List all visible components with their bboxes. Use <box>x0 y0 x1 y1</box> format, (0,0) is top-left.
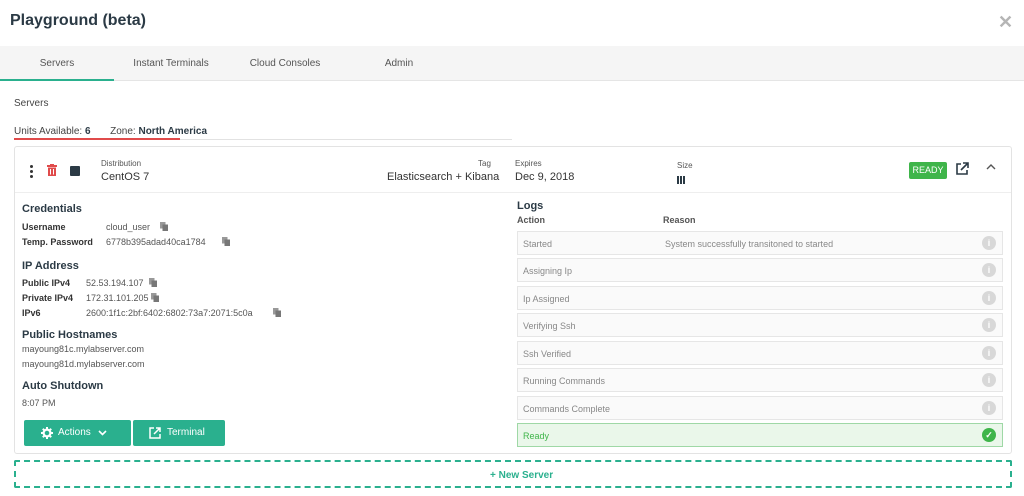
server-card-header[interactable]: Distribution CentOS 7 Tag Elasticsearch … <box>15 147 1011 193</box>
log-row: Assigning Ip i <box>517 258 1003 282</box>
ipv6-value: 2600:1f1c:2bf:6402:6802:73a7:2071:5c0a <box>86 308 253 318</box>
zone-value: North America <box>138 126 208 137</box>
external-link-icon <box>149 427 161 439</box>
log-action: Ready <box>523 431 550 441</box>
private-ipv4-value: 172.31.101.205 <box>86 293 149 303</box>
distribution-value: CentOS 7 <box>101 171 150 183</box>
info-icon[interactable]: i <box>982 373 996 387</box>
close-icon[interactable]: ✕ <box>998 13 1014 31</box>
chevron-up-icon[interactable] <box>985 161 997 173</box>
log-row: Ip Assigned i <box>517 286 1003 310</box>
logs-col-reason: Reason <box>663 215 696 225</box>
log-action: Commands Complete <box>523 404 611 414</box>
username-label: Username <box>22 222 66 232</box>
log-action: Started <box>523 239 553 249</box>
logs-col-action: Action <box>517 215 545 225</box>
tab-servers[interactable]: Servers <box>0 46 114 81</box>
info-icon[interactable]: i <box>982 401 996 415</box>
distribution-label: Distribution <box>101 159 142 168</box>
tab-admin[interactable]: Admin <box>342 46 456 81</box>
ipv6-label: IPv6 <box>22 308 41 318</box>
public-ipv4-value: 52.53.194.107 <box>86 278 144 288</box>
log-action: Ip Assigned <box>523 294 570 304</box>
terminal-button[interactable]: Terminal <box>133 420 225 446</box>
tab-cloud-consoles[interactable]: Cloud Consoles <box>228 46 342 81</box>
status-badge: READY <box>909 162 947 179</box>
stop-icon[interactable] <box>70 166 80 176</box>
log-row: Ssh Verified i <box>517 341 1003 365</box>
logs-heading: Logs <box>517 200 544 212</box>
chevron-down-icon <box>98 430 107 436</box>
tag-label: Tag <box>478 159 491 168</box>
units-label: Units Available: <box>14 126 83 137</box>
divider <box>180 139 512 140</box>
password-label: Temp. Password <box>22 237 93 247</box>
size-label: Size <box>677 161 693 170</box>
copy-icon[interactable] <box>222 237 230 246</box>
units-underline <box>14 138 180 140</box>
public-ipv4-label: Public IPv4 <box>22 278 71 288</box>
credentials-heading: Credentials <box>22 203 82 215</box>
log-row: Verifying Ssh i <box>517 313 1003 337</box>
new-server-label: + New Server <box>490 470 554 481</box>
section-label: Servers <box>14 98 49 109</box>
hostname-item: mayoung81c.mylabserver.com <box>22 344 145 354</box>
check-circle-icon: ✓ <box>982 428 996 442</box>
modal-header: Playground (beta) ✕ <box>0 0 1024 46</box>
units-value: 6 <box>84 126 91 137</box>
auto-shutdown-time: 8:07 PM <box>22 398 56 408</box>
auto-shutdown-heading: Auto Shutdown <box>22 380 104 392</box>
private-ipv4-label: Private IPv4 <box>22 293 74 303</box>
info-icon[interactable]: i <box>982 236 996 250</box>
log-row: Started System successfully transitoned … <box>517 231 1003 255</box>
info-icon[interactable]: i <box>982 263 996 277</box>
copy-icon[interactable] <box>151 293 159 302</box>
copy-icon[interactable] <box>149 278 157 287</box>
expires-value: Dec 9, 2018 <box>515 171 575 183</box>
units-zone-info: Units Available: 6 Zone: North America <box>14 126 207 137</box>
size-bars-icon <box>677 176 686 187</box>
log-reason: System successfully transitoned to start… <box>665 239 834 249</box>
actions-button-label: Actions <box>58 427 91 438</box>
new-server-button[interactable]: + New Server <box>14 460 1012 488</box>
password-value: 6778b395adad40ca1784 <box>106 237 206 247</box>
server-card: Distribution CentOS 7 Tag Elasticsearch … <box>14 146 1012 454</box>
username-value: cloud_user <box>106 222 151 232</box>
copy-icon[interactable] <box>273 308 281 317</box>
zone-label: Zone: <box>110 126 136 137</box>
log-row: Commands Complete i <box>517 396 1003 420</box>
log-action: Ssh Verified <box>523 349 572 359</box>
log-row-ready: Ready ✓ <box>517 423 1003 447</box>
info-icon[interactable]: i <box>982 291 996 305</box>
terminal-button-label: Terminal <box>167 427 205 438</box>
page-title: Playground (beta) <box>10 12 147 29</box>
hostnames-heading: Public Hostnames <box>22 329 118 341</box>
info-icon[interactable]: i <box>982 318 996 332</box>
expires-label: Expires <box>515 159 542 168</box>
kebab-menu-icon[interactable] <box>30 165 34 179</box>
actions-button[interactable]: Actions <box>24 420 131 446</box>
log-action: Running Commands <box>523 376 606 386</box>
gear-icon <box>41 427 53 439</box>
log-action: Verifying Ssh <box>523 321 576 331</box>
ip-heading: IP Address <box>22 260 79 272</box>
hostname-item: mayoung81d.mylabserver.com <box>22 359 145 369</box>
info-icon[interactable]: i <box>982 346 996 360</box>
tag-value: Elasticsearch + Kibana <box>387 171 500 183</box>
tab-instant-terminals[interactable]: Instant Terminals <box>114 46 228 81</box>
trash-icon[interactable] <box>47 164 57 176</box>
external-link-icon[interactable] <box>955 162 969 176</box>
log-row: Running Commands i <box>517 368 1003 392</box>
log-action: Assigning Ip <box>523 266 573 276</box>
copy-icon[interactable] <box>160 222 168 231</box>
tab-bar: Servers Instant Terminals Cloud Consoles… <box>0 46 1024 81</box>
